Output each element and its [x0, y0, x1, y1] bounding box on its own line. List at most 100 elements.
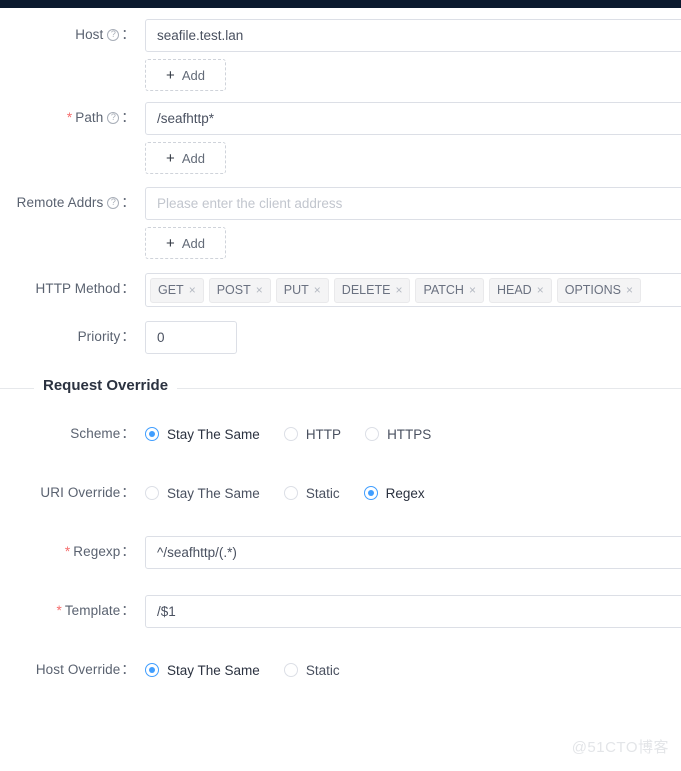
- host-override-radio-label: Stay The Same: [167, 662, 260, 678]
- http-method-tag-label: HEAD: [496, 283, 532, 297]
- request-override-title: Request Override: [34, 377, 178, 394]
- label-regexp-colon: ：: [121, 544, 135, 559]
- radio-selected-icon: [145, 427, 159, 441]
- radio-unselected-icon: [365, 427, 380, 441]
- label-uri-override-colon: ：: [121, 485, 135, 500]
- label-host-override: Host Override：: [0, 654, 145, 686]
- label-host-override-colon: ：: [121, 662, 135, 677]
- http-method-tag-label: GET: [158, 283, 184, 297]
- label-remote-addrs-text: Remote Addrs: [16, 195, 104, 210]
- http-method-tag[interactable]: PATCH ×: [415, 277, 484, 303]
- field-host: + Add: [145, 19, 681, 91]
- http-method-tag-select[interactable]: GET × POST × PUT × DELETE × PATCH × HEAD × OPTIONS ×: [145, 273, 681, 307]
- remote-addrs-input[interactable]: [145, 187, 681, 220]
- label-path: *Path ：: [0, 102, 145, 134]
- close-icon[interactable]: ×: [314, 284, 321, 296]
- label-priority-colon: ：: [121, 329, 135, 344]
- close-icon[interactable]: ×: [469, 284, 476, 296]
- http-method-tag[interactable]: DELETE ×: [333, 277, 411, 303]
- uri-override-radio-group: Stay The Same Static Regex: [145, 477, 681, 509]
- radio-unselected-icon: [283, 427, 298, 441]
- http-method-tag-label: OPTIONS: [564, 283, 621, 297]
- radio-selected-icon: [145, 663, 159, 677]
- label-priority: Priority：: [0, 321, 145, 353]
- label-template: * Template：: [0, 595, 145, 627]
- label-regexp-text: Regexp: [73, 544, 121, 559]
- scheme-radio-http[interactable]: HTTP: [283, 426, 342, 442]
- window-top-bar: [0, 0, 681, 8]
- field-regexp: [145, 536, 681, 569]
- required-asterisk-regexp: *: [64, 544, 71, 559]
- radio-selected-icon: [363, 486, 378, 500]
- path-add-label: Add: [181, 150, 205, 166]
- scheme-radio-label: HTTP: [305, 426, 342, 442]
- form-row-http-method: HTTP Method： GET × POST × PUT × DELETE × PATCH × H…: [0, 273, 681, 307]
- host-override-radio-stay-the-same[interactable]: Stay The Same: [145, 663, 260, 678]
- label-path-text: Path: [75, 110, 104, 125]
- label-host: Host ：: [0, 19, 145, 51]
- plus-icon: +: [166, 234, 175, 252]
- question-circle-icon[interactable]: [107, 196, 120, 209]
- required-asterisk-template: *: [56, 603, 62, 618]
- label-template-colon: ：: [121, 603, 135, 618]
- uri-override-radio-label: Stay The Same: [167, 485, 260, 501]
- http-method-tag[interactable]: HEAD ×: [488, 277, 552, 303]
- form-row-host-override: Host Override： Stay The Same Static: [0, 654, 681, 686]
- http-method-tag[interactable]: POST ×: [208, 277, 271, 303]
- http-method-tag-label: DELETE: [341, 283, 391, 297]
- scheme-radio-https[interactable]: HTTPS: [365, 427, 431, 442]
- field-path: + Add: [145, 102, 681, 174]
- close-icon[interactable]: ×: [537, 284, 544, 296]
- http-method-tag-label: POST: [216, 283, 251, 297]
- uri-override-radio-static[interactable]: Static: [283, 485, 340, 501]
- close-icon[interactable]: ×: [626, 284, 633, 296]
- uri-override-radio-label: Static: [305, 485, 340, 501]
- form-row-path: *Path ： + Add: [0, 102, 681, 174]
- http-method-tag[interactable]: PUT ×: [275, 277, 329, 303]
- radio-unselected-icon: [145, 486, 159, 500]
- form-row-host: Host ： + Add: [0, 19, 681, 91]
- host-override-radio-static[interactable]: Static: [283, 662, 340, 678]
- http-method-tag-label: PUT: [283, 283, 309, 297]
- host-input[interactable]: [145, 19, 681, 52]
- close-icon[interactable]: ×: [395, 284, 402, 296]
- uri-override-radio-regex[interactable]: Regex: [363, 486, 425, 501]
- plus-icon: +: [166, 149, 175, 167]
- label-host-override-text: Host Override: [35, 662, 121, 677]
- field-template: [145, 595, 681, 628]
- http-method-tag[interactable]: OPTIONS ×: [556, 277, 642, 303]
- field-remote-addrs: + Add: [145, 187, 681, 259]
- label-remote-addrs-colon: ：: [121, 195, 135, 210]
- label-remote-addrs: Remote Addrs ：: [0, 187, 145, 219]
- label-http-method-colon: ：: [121, 281, 135, 296]
- field-http-method: GET × POST × PUT × DELETE × PATCH × HEAD × OPTIONS ×: [145, 273, 681, 307]
- close-icon[interactable]: ×: [189, 284, 196, 296]
- path-input[interactable]: [145, 102, 681, 135]
- field-host-override: Stay The Same Static: [145, 654, 681, 686]
- host-add-button[interactable]: + Add: [145, 59, 226, 91]
- host-override-radio-label: Static: [305, 662, 340, 678]
- label-host-colon: ：: [121, 27, 135, 42]
- label-scheme-colon: ：: [121, 426, 135, 441]
- priority-input[interactable]: [145, 321, 237, 354]
- label-http-method-text: HTTP Method: [35, 281, 121, 296]
- scheme-radio-label: HTTPS: [387, 426, 432, 442]
- close-icon[interactable]: ×: [256, 284, 263, 296]
- question-circle-icon[interactable]: [107, 28, 120, 41]
- scheme-radio-label: Stay The Same: [167, 426, 260, 442]
- regexp-input[interactable]: [145, 536, 681, 569]
- uri-override-radio-stay-the-same[interactable]: Stay The Same: [145, 486, 260, 501]
- remote-addrs-add-button[interactable]: + Add: [145, 227, 226, 259]
- label-scheme-text: Scheme: [70, 426, 121, 441]
- site-watermark: @51CTO博客: [571, 739, 669, 756]
- http-method-tag[interactable]: GET ×: [150, 277, 204, 303]
- form-row-scheme: Scheme： Stay The Same HTTP HTTPS: [0, 418, 681, 450]
- route-config-form: Host： + Add *Path： + Add Remote Addrs：: [0, 8, 681, 771]
- question-circle-icon[interactable]: [107, 111, 120, 124]
- label-http-method: HTTP Method：: [0, 273, 145, 305]
- label-priority-text: Priority: [77, 329, 121, 344]
- scheme-radio-stay-the-same[interactable]: Stay The Same: [145, 427, 260, 442]
- path-add-button[interactable]: + Add: [145, 142, 226, 174]
- template-input[interactable]: [145, 595, 681, 628]
- form-row-remote-addrs: Remote Addrs ： + Add: [0, 187, 681, 259]
